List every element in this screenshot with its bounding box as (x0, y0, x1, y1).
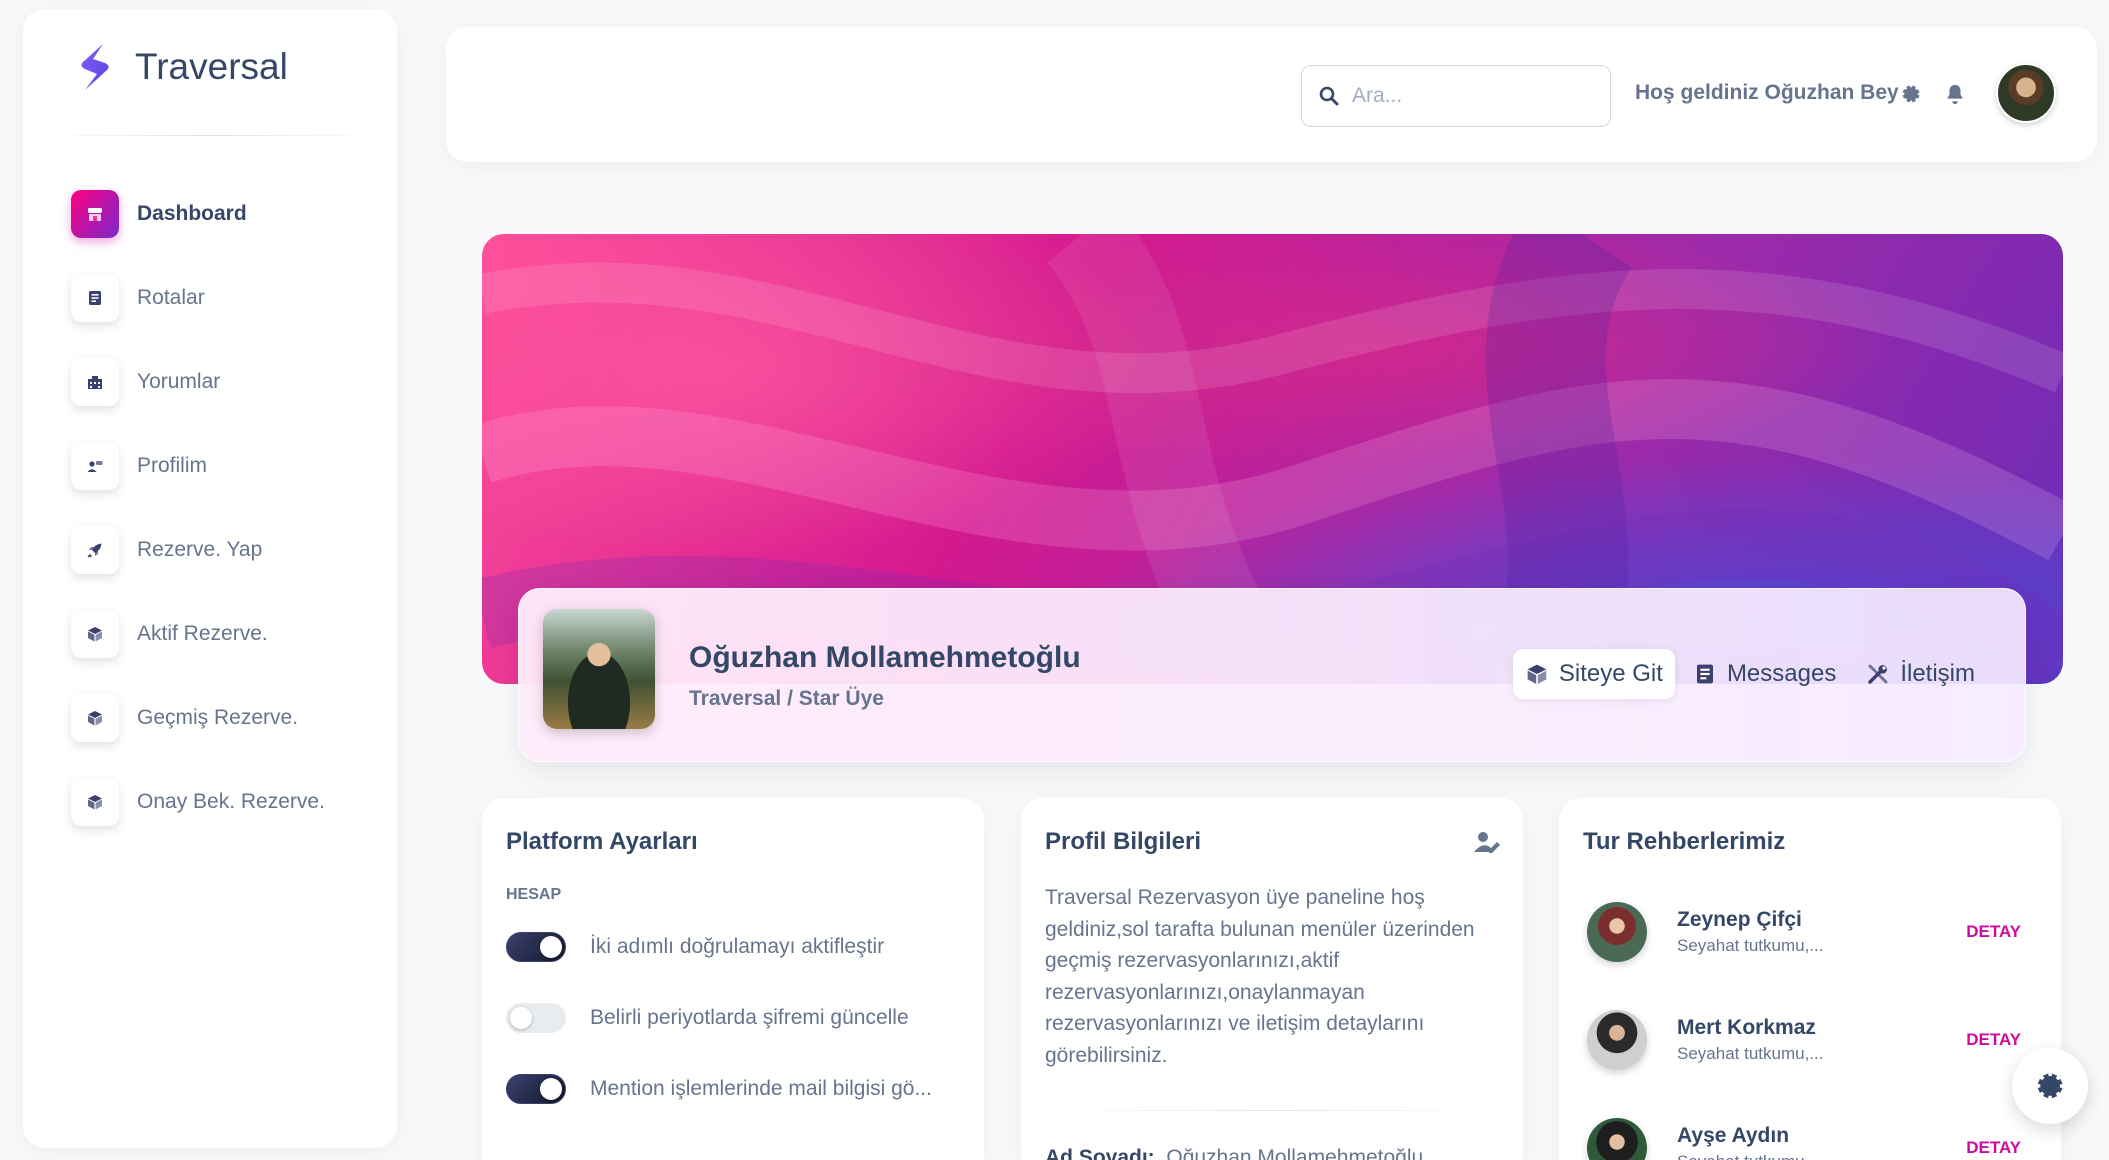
list-item: Mert Korkmaz Seyahat tutkumu,... DETAY (1587, 1010, 2027, 1070)
guide-avatar (1587, 1118, 1647, 1160)
top-navbar: Hoş geldiniz Oğuzhan Bey (446, 27, 2097, 162)
profile-description: Traversal Rezervasyon üye paneline hoş g… (1045, 886, 1475, 1067)
sidebar-item-label: Dashboard (137, 202, 247, 225)
box-icon (71, 694, 119, 742)
search-input[interactable] (1352, 84, 1592, 108)
shop-icon (71, 190, 119, 238)
search-box[interactable] (1301, 65, 1611, 127)
profile-subtitle: Traversal / Star Üye (689, 687, 884, 710)
password-rotation-toggle[interactable] (506, 1003, 566, 1033)
tab-label: Siteye Git (1558, 660, 1663, 687)
guide-description: Seyahat tutkumu,... (1677, 1044, 1824, 1063)
gear-icon (2037, 1073, 2063, 1099)
guide-avatar (1587, 1010, 1647, 1070)
setting-row: Belirli periyotlarda şifremi güncelle (506, 1003, 909, 1033)
setting-label: Belirli periyotlarda şifremi güncelle (590, 1006, 909, 1029)
detail-link[interactable]: DETAY (1966, 922, 2021, 942)
sidebar-item-label: Onay Bek. Rezerve. (137, 790, 325, 813)
sidebar-item-dashboard[interactable]: Dashboard (23, 172, 397, 256)
section-label: HESAP (506, 886, 562, 903)
search-icon (1319, 86, 1339, 106)
card-title: Profil Bilgileri (1045, 828, 1202, 855)
bell-icon[interactable] (1942, 81, 1968, 107)
tab-label: Messages (1726, 660, 1837, 687)
sidebar-item-label: Yorumlar (137, 370, 221, 393)
two-factor-toggle[interactable] (506, 932, 566, 962)
guide-description: Seyahat tutkumu,... (1677, 1152, 1823, 1160)
platform-settings-card: Platform Ayarları HESAP İki adımlı doğru… (482, 798, 984, 1160)
user-edit-icon[interactable] (1473, 828, 1501, 856)
profile-card: Oğuzhan Mollamehmetoğlu Traversal / Star… (518, 588, 2026, 762)
gear-icon[interactable] (1898, 81, 1924, 107)
welcome-text[interactable]: Hoş geldiniz Oğuzhan Bey (1635, 81, 1899, 105)
card-divider (1045, 1110, 1499, 1111)
guide-name: Mert Korkmaz (1677, 1016, 1816, 1039)
tab-siteye-git[interactable]: Siteye Git (1512, 649, 1675, 699)
sidebar-item-label: Profilim (137, 454, 208, 477)
tab-label: İletişim (1900, 660, 1975, 687)
card-title: Tur Rehberlerimiz (1583, 828, 1786, 855)
profile-tabs: Siteye Git Messages İletişim (1512, 649, 1987, 699)
info-value: Oğuzhan Mollamehmetoğlu (1166, 1146, 1424, 1160)
toggle-knob (510, 1007, 532, 1029)
setting-label: İki adımlı doğrulamayı aktifleştir (590, 935, 885, 958)
info-name-row: Ad Soyadı: Oğuzhan Mollamehmetoğlu (1045, 1146, 1423, 1160)
brand[interactable]: Traversal (23, 9, 397, 125)
tools-icon (1868, 664, 1888, 684)
toggle-knob (540, 1078, 562, 1100)
tab-messages[interactable]: Messages (1681, 649, 1848, 699)
sidebar-item-yorumlar[interactable]: Yorumlar (23, 340, 397, 424)
document-icon (71, 274, 119, 322)
sidebar: Traversal Dashboard Rotalar Yorumlar Pro (23, 9, 397, 1148)
card-title: Platform Ayarları (506, 828, 698, 855)
guide-avatar (1587, 902, 1647, 962)
document-icon (1696, 664, 1713, 684)
rocket-icon (71, 526, 119, 574)
sidebar-item-onay-bek-rezerve[interactable]: Onay Bek. Rezerve. (23, 760, 397, 844)
profile-name: Oğuzhan Mollamehmetoğlu (689, 641, 1081, 674)
setting-row: Mention işlemlerinde mail bilgisi gö... (506, 1074, 932, 1104)
brand-name: Traversal (135, 46, 288, 87)
detail-link[interactable]: DETAY (1966, 1138, 2021, 1158)
settings-fab[interactable] (2012, 1048, 2088, 1124)
tour-guides-card: Tur Rehberlerimiz Zeynep Çifçi Seyahat t… (1559, 798, 2061, 1160)
box-icon (71, 778, 119, 826)
toggle-knob (540, 936, 562, 958)
sidebar-item-label: Aktif Rezerve. (137, 622, 268, 645)
guide-name: Ayşe Aydın (1677, 1124, 1790, 1147)
sidebar-nav: Dashboard Rotalar Yorumlar Profilim Reze… (23, 172, 397, 844)
guide-description: Seyahat tutkumu,... (1677, 936, 1824, 955)
user-avatar[interactable] (1996, 63, 2056, 123)
cube-icon (1527, 664, 1547, 684)
sidebar-item-label: Rezerve. Yap (137, 538, 263, 561)
sidebar-item-gecmis-rezerve[interactable]: Geçmiş Rezerve. (23, 676, 397, 760)
sidebar-item-aktif-rezerve[interactable]: Aktif Rezerve. (23, 592, 397, 676)
detail-link[interactable]: DETAY (1966, 1030, 2021, 1050)
sidebar-item-rotalar[interactable]: Rotalar (23, 256, 397, 340)
setting-label: Mention işlemlerinde mail bilgisi gö... (590, 1077, 932, 1100)
sidebar-item-label: Rotalar (137, 286, 205, 309)
mention-mail-toggle[interactable] (506, 1074, 566, 1104)
sidebar-item-label: Geçmiş Rezerve. (137, 706, 299, 729)
box-icon (71, 610, 119, 658)
profile-info-card: Profil Bilgileri Traversal Rezervasyon ü… (1021, 798, 1523, 1160)
building-icon (71, 358, 119, 406)
tab-iletisim[interactable]: İletişim (1854, 649, 1987, 699)
sidebar-item-rezerve-yap[interactable]: Rezerve. Yap (23, 508, 397, 592)
list-item: Ayşe Aydın Seyahat tutkumu,... DETAY (1587, 1118, 2027, 1160)
guide-name: Zeynep Çifçi (1677, 908, 1802, 931)
setting-row: İki adımlı doğrulamayı aktifleştir (506, 932, 884, 962)
sidebar-divider (41, 135, 379, 136)
user-card-icon (71, 442, 119, 490)
list-item: Zeynep Çifçi Seyahat tutkumu,... DETAY (1587, 902, 2027, 962)
brand-logo-icon (81, 44, 109, 90)
sidebar-item-profilim[interactable]: Profilim (23, 424, 397, 508)
info-label: Ad Soyadı: (1045, 1146, 1155, 1160)
profile-photo (543, 609, 655, 729)
